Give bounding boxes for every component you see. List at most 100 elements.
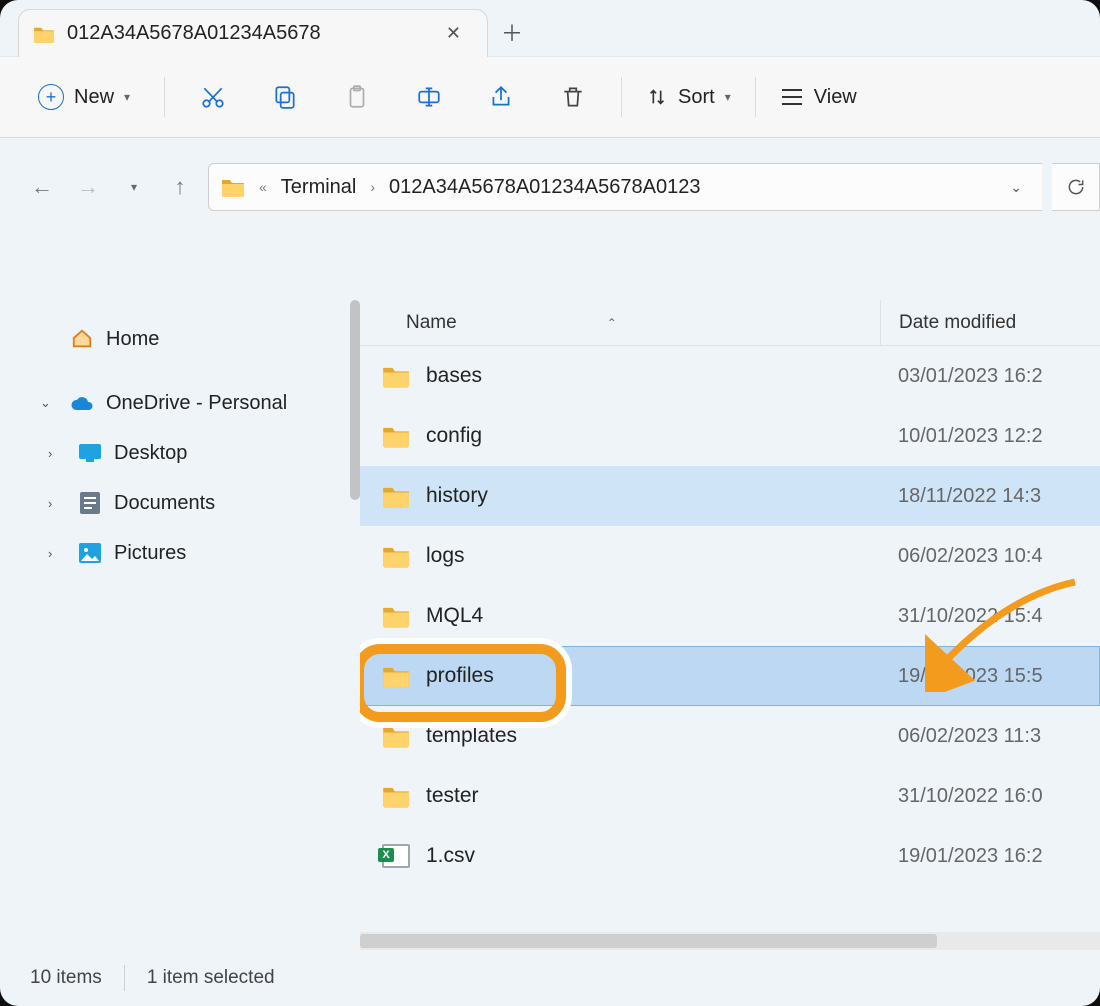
file-pane: Name ⌃ Date modified bases03/01/2023 16:… [360, 300, 1100, 950]
nav-row: ← → ▾ ↑ « Terminal › 012A34A5678A01234A5… [0, 156, 1100, 218]
delete-button[interactable] [549, 73, 597, 121]
trash-icon [560, 84, 586, 110]
column-name[interactable]: Name ⌃ [360, 312, 880, 334]
folder-icon [382, 544, 412, 568]
chevron-right-icon: › [366, 179, 379, 195]
view-button[interactable]: View [780, 86, 857, 109]
folder-icon [382, 424, 412, 448]
selection-count: 1 item selected [147, 967, 275, 989]
view-label: View [814, 86, 857, 109]
file-name: logs [426, 544, 880, 568]
horizontal-scrollbar[interactable] [360, 932, 1100, 950]
scrollbar-thumb[interactable] [360, 934, 937, 948]
file-name: templates [426, 724, 880, 748]
new-tab-button[interactable]: ＋ [488, 8, 536, 56]
table-row[interactable]: profiles19/01/2023 15:5 [360, 646, 1100, 706]
sidebar-item-label: Documents [114, 492, 215, 515]
file-date: 03/01/2023 16:2 [880, 365, 1043, 388]
table-row[interactable]: config10/01/2023 12:2 [360, 406, 1100, 466]
active-tab[interactable]: 012A34A5678A01234A5678 ✕ [18, 9, 488, 57]
address-bar[interactable]: « Terminal › 012A34A5678A01234A5678A0123… [208, 163, 1042, 211]
folder-icon [382, 484, 412, 508]
table-row[interactable]: 1.csv19/01/2023 16:2 [360, 826, 1100, 886]
file-name: bases [426, 364, 880, 388]
explorer-window: 012A34A5678A01234A5678 ✕ ＋ + New ▾ [0, 0, 1100, 1006]
sidebar-item-onedrive[interactable]: ⌄ OneDrive - Personal [30, 378, 354, 428]
share-icon [488, 84, 514, 110]
divider [164, 77, 165, 117]
status-bar: 10 items 1 item selected [0, 950, 1100, 1006]
table-row[interactable]: tester31/10/2022 16:0 [360, 766, 1100, 826]
file-date: 06/02/2023 11:3 [880, 725, 1041, 748]
folder-icon [382, 784, 412, 808]
file-name: history [426, 484, 880, 508]
column-header: Name ⌃ Date modified [360, 300, 1100, 346]
plus-icon: + [38, 84, 64, 110]
list-icon [780, 87, 804, 107]
scissors-icon [200, 84, 226, 110]
column-date[interactable]: Date modified [880, 300, 1100, 345]
sidebar-item-pictures[interactable]: › Pictures [30, 528, 354, 578]
sidebar-item-documents[interactable]: › Documents [30, 478, 354, 528]
file-date: 06/02/2023 10:4 [880, 545, 1043, 568]
forward-button[interactable]: → [70, 169, 106, 205]
pictures-icon [78, 541, 102, 565]
excel-icon [382, 844, 412, 868]
divider [621, 77, 622, 117]
paste-button[interactable] [333, 73, 381, 121]
sidebar-item-label: Pictures [114, 542, 186, 565]
table-row[interactable]: history18/11/2022 14:3 [360, 466, 1100, 526]
breadcrumb-parent[interactable]: Terminal [281, 176, 357, 199]
chevron-right-icon: › [48, 496, 66, 511]
file-rows: bases03/01/2023 16:2config10/01/2023 12:… [360, 346, 1100, 928]
chevron-right-icon: › [48, 546, 66, 561]
sidebar: Home ⌄ OneDrive - Personal › Desktop › [0, 300, 360, 950]
sidebar-item-desktop[interactable]: › Desktop [30, 428, 354, 478]
divider [755, 77, 756, 117]
address-dropdown[interactable]: ⌄ [1002, 179, 1030, 196]
file-name: MQL4 [426, 604, 880, 628]
rename-button[interactable] [405, 73, 453, 121]
file-date: 19/01/2023 15:5 [880, 665, 1043, 688]
desktop-icon [78, 441, 102, 465]
file-date: 19/01/2023 16:2 [880, 845, 1043, 868]
breadcrumb-current[interactable]: 012A34A5678A01234A5678A0123 [389, 176, 700, 199]
clipboard-icon [344, 84, 370, 110]
sidebar-item-home[interactable]: Home [30, 314, 354, 364]
tab-strip: 012A34A5678A01234A5678 ✕ ＋ [0, 0, 1100, 56]
sidebar-item-label: Desktop [114, 442, 187, 465]
folder-icon [382, 604, 412, 628]
sort-icon [646, 86, 668, 108]
new-button[interactable]: + New ▾ [28, 78, 140, 116]
up-button[interactable]: ↑ [162, 169, 198, 205]
sort-button[interactable]: Sort ▾ [646, 86, 731, 109]
sidebar-scrollbar[interactable] [350, 300, 360, 500]
home-icon [70, 327, 94, 351]
crumb-overflow: « [255, 179, 271, 195]
refresh-icon [1066, 177, 1086, 197]
chevron-down-icon: ▾ [725, 90, 731, 104]
folder-icon [33, 25, 55, 43]
history-button[interactable]: ▾ [116, 169, 152, 205]
table-row[interactable]: MQL431/10/2022 15:4 [360, 586, 1100, 646]
folder-icon [382, 664, 412, 688]
rename-icon [416, 84, 442, 110]
copy-button[interactable] [261, 73, 309, 121]
folder-icon [382, 364, 412, 388]
share-button[interactable] [477, 73, 525, 121]
folder-icon [221, 177, 245, 197]
close-icon[interactable]: ✕ [438, 19, 469, 48]
table-row[interactable]: templates06/02/2023 11:3 [360, 706, 1100, 766]
cloud-icon [70, 391, 94, 415]
file-date: 31/10/2022 15:4 [880, 605, 1043, 628]
divider [124, 965, 125, 991]
table-row[interactable]: logs06/02/2023 10:4 [360, 526, 1100, 586]
back-button[interactable]: ← [24, 169, 60, 205]
toolbar: + New ▾ Sort ▾ View [0, 56, 1100, 138]
refresh-button[interactable] [1052, 163, 1100, 211]
file-name: tester [426, 784, 880, 808]
table-row[interactable]: bases03/01/2023 16:2 [360, 346, 1100, 406]
sidebar-item-label: OneDrive - Personal [106, 392, 287, 415]
file-name: profiles [426, 664, 880, 688]
cut-button[interactable] [189, 73, 237, 121]
